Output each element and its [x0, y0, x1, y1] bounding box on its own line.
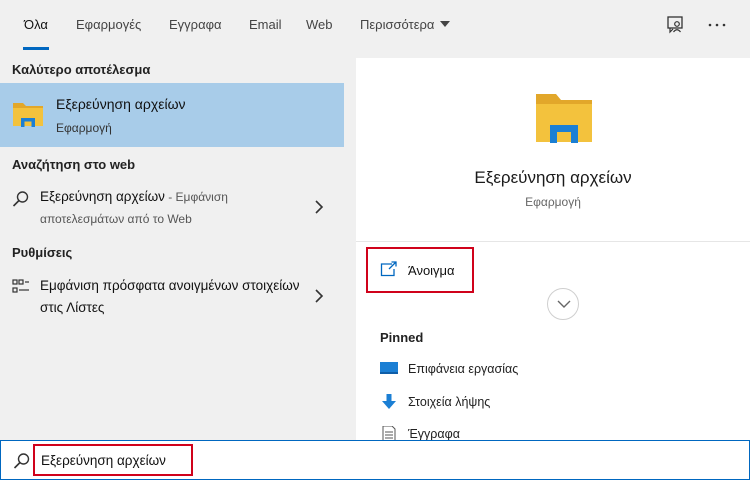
settings-result-title: Εμφάνιση πρόσφατα ανοιγμένων στοιχείων σ… — [40, 278, 300, 315]
tab-more-label: Περισσότερα — [360, 17, 435, 32]
tab-apps[interactable]: Εφαρμογές — [76, 0, 141, 50]
best-match-title: Εξερεύνηση αρχείων — [56, 96, 186, 112]
feedback-icon[interactable] — [665, 14, 687, 36]
folder-icon — [536, 94, 592, 143]
chevron-right-icon[interactable] — [314, 199, 324, 215]
pinned-heading: Pinned — [380, 330, 424, 345]
tab-documents[interactable]: Εγγραφα — [169, 0, 222, 50]
download-arrow-icon — [382, 394, 396, 409]
filter-tab-bar: Όλα Εφαρμογές Εγγραφα Email Web Περισσότ… — [0, 0, 750, 50]
settings-heading: Ρυθμίσεις — [12, 245, 73, 260]
search-icon — [13, 453, 30, 469]
pinned-item-label: Στοιχεία λήψης — [408, 395, 491, 409]
caret-down-icon — [440, 21, 451, 27]
open-window-icon — [380, 261, 397, 277]
pinned-item-label: Επιφάνεια εργασίας — [408, 362, 519, 376]
best-match-item[interactable]: Εξερεύνηση αρχείων Εφαρμογή — [0, 83, 344, 147]
best-match-subtitle: Εφαρμογή — [56, 121, 112, 135]
preview-panel: Εξερεύνηση αρχείων Εφαρμογή Άνοιγμα Pinn… — [356, 58, 750, 442]
folder-icon — [13, 103, 43, 127]
search-icon — [12, 191, 29, 207]
tab-web[interactable]: Web — [306, 0, 333, 50]
chevron-down-icon — [557, 300, 571, 308]
tab-all[interactable]: Όλα — [23, 0, 49, 50]
divider — [356, 241, 750, 242]
best-match-heading: Καλύτερο αποτέλεσμα — [12, 62, 151, 77]
tab-more[interactable]: Περισσότερα — [360, 0, 451, 50]
open-action[interactable]: Άνοιγμα — [366, 247, 474, 293]
expand-button[interactable] — [547, 288, 579, 320]
results-list: Καλύτερο αποτέλεσμα Εξερεύνηση αρχείων Ε… — [0, 50, 344, 440]
desktop-icon — [380, 362, 398, 374]
list-settings-icon — [12, 279, 29, 293]
search-input[interactable] — [33, 444, 193, 476]
web-search-heading: Αναζήτηση στο web — [12, 157, 136, 172]
more-options-icon[interactable] — [706, 14, 728, 36]
web-result-item[interactable]: Εξερεύνηση αρχείων - Εμφάνιση αποτελεσμά… — [0, 182, 344, 232]
app-type: Εφαρμογή — [525, 195, 581, 209]
app-name: Εξερεύνηση αρχείων — [474, 168, 632, 187]
web-result-text: Εξερεύνηση αρχείων - Εμφάνιση αποτελεσμά… — [40, 186, 310, 230]
search-bar — [0, 440, 750, 480]
settings-result-item[interactable]: Εμφάνιση πρόσφατα ανοιγμένων στοιχείων σ… — [0, 270, 344, 322]
pinned-item-label: Έγγραφα — [408, 427, 460, 441]
chevron-right-icon[interactable] — [314, 288, 324, 304]
web-result-title: Εξερεύνηση αρχείων — [40, 189, 165, 204]
tab-email[interactable]: Email — [249, 0, 282, 50]
open-label: Άνοιγμα — [408, 263, 455, 278]
